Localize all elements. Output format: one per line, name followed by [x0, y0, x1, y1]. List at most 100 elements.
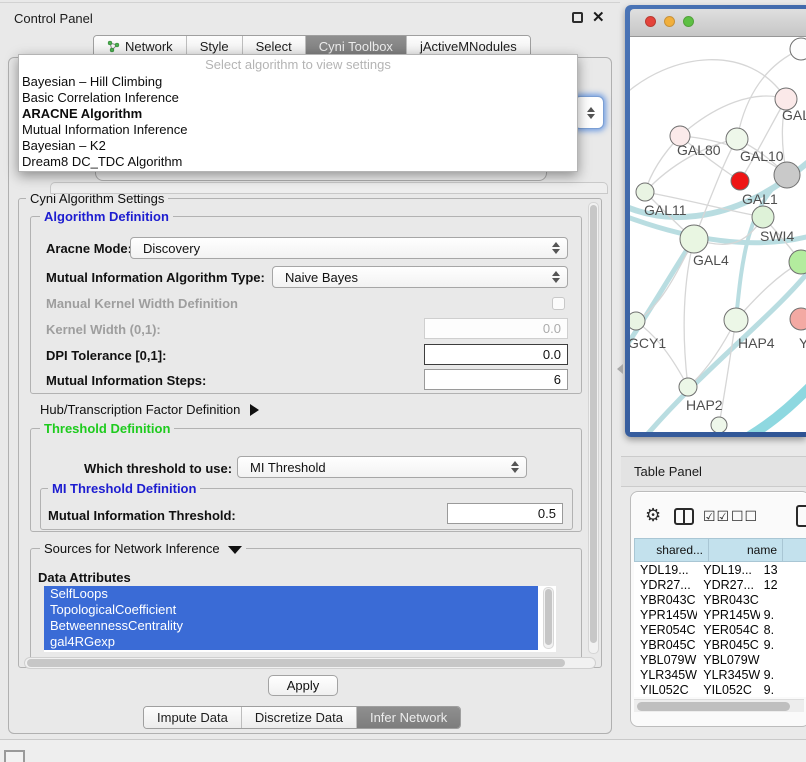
table-row[interactable]: YER054CYER054C8.: [634, 622, 806, 637]
close-icon[interactable]: ✕: [592, 8, 605, 26]
settings-vertical-scrollbar[interactable]: [588, 202, 599, 654]
kernel-width-label: Kernel Width (0,1):: [46, 322, 161, 337]
file-icon[interactable]: [796, 505, 806, 527]
network-node[interactable]: [790, 38, 806, 60]
tab-label: Select: [256, 39, 292, 54]
columns-icon[interactable]: [674, 508, 694, 525]
settings-horizontal-scrollbar[interactable]: [24, 657, 596, 669]
tab-discretize-data[interactable]: Discretize Data: [241, 707, 356, 728]
table-cell: YBR045C: [697, 638, 759, 652]
table-row[interactable]: YLR345WYLR345W9.: [634, 667, 806, 682]
network-node[interactable]: [790, 308, 806, 330]
node-label-hap4: HAP4: [738, 335, 775, 351]
attribute-item-betweennesscentrality[interactable]: BetweennessCentrality: [44, 618, 538, 634]
mi-type-value: Naive Bayes: [285, 270, 358, 285]
scrollbar-thumb[interactable]: [27, 659, 565, 667]
mi-steps-field[interactable]: 6: [424, 369, 568, 390]
attribute-item-topologicalcoefficient[interactable]: TopologicalCoefficient: [44, 602, 538, 618]
kernel-width-field[interactable]: 0.0: [424, 318, 568, 339]
network-window-titlebar[interactable]: [630, 9, 806, 37]
which-threshold-select[interactable]: MI Threshold: [237, 456, 527, 478]
float-window-icon[interactable]: [572, 12, 583, 23]
mi-type-select[interactable]: Naive Bayes: [272, 266, 568, 288]
algorithm-option-bayesian-hill-climbing[interactable]: Bayesian – Hill Climbing: [19, 74, 577, 90]
network-node[interactable]: [630, 312, 645, 330]
algorithm-option-basic-correlation-inference[interactable]: Basic Correlation Inference: [19, 90, 577, 106]
panel-collapse-handle[interactable]: [617, 364, 623, 374]
table-horizontal-scrollbar[interactable]: [634, 699, 804, 712]
mi-threshold-title: MI Threshold Definition: [48, 481, 200, 496]
table-row[interactable]: YPR145WYPR145W9.: [634, 607, 806, 622]
attribute-item-gal4rgexp[interactable]: gal4RGexp: [44, 634, 538, 650]
manual-kernel-label: Manual Kernel Width Definition: [46, 296, 238, 311]
sources-title[interactable]: Sources for Network Inference: [40, 541, 246, 556]
control-panel-title: Control Panel: [14, 11, 93, 26]
window-minimize-button[interactable]: [664, 16, 675, 27]
table-row[interactable]: YBL079WYBL079W: [634, 652, 806, 667]
table-row[interactable]: YDL19...YDL19...13: [634, 562, 806, 577]
apply-button[interactable]: Apply: [268, 675, 338, 696]
expanded-arrow-icon: [228, 546, 242, 554]
data-attributes-list[interactable]: SelfLoopsTopologicalCoefficientBetweenne…: [44, 586, 556, 652]
network-node[interactable]: [636, 183, 654, 201]
node-label-gal10: GAL10: [740, 148, 784, 164]
node-label-gal80: GAL80: [677, 142, 721, 158]
network-node[interactable]: [726, 128, 748, 150]
tab-infer-network[interactable]: Infer Network: [356, 707, 460, 728]
network-node[interactable]: [680, 225, 708, 253]
hub-definition-toggle[interactable]: Hub/Transcription Factor Definition: [40, 402, 259, 417]
table-cell: 12: [760, 578, 806, 592]
select-all-icon[interactable]: ☑☑: [703, 508, 730, 525]
node-label-gal11: GAL11: [644, 202, 687, 218]
window-zoom-button[interactable]: [683, 16, 694, 27]
column-header-shared[interactable]: shared...: [634, 538, 709, 562]
tab-impute-data[interactable]: Impute Data: [144, 707, 241, 728]
aracne-mode-select[interactable]: Discovery: [130, 237, 568, 259]
table-row[interactable]: YBR043CYBR043C: [634, 592, 806, 607]
table-row[interactable]: YIL052CYIL052C9.: [634, 682, 806, 697]
table-row[interactable]: YBR045CYBR045C9.: [634, 637, 806, 652]
scrollbar-thumb[interactable]: [637, 702, 790, 711]
column-header-2[interactable]: [783, 538, 806, 562]
algorithm-option-dream8-dc-tdc-algorithm[interactable]: Dream8 DC_TDC Algorithm: [19, 154, 577, 170]
scrollbar-thumb[interactable]: [590, 205, 597, 643]
algorithm-combo-focused-fragment[interactable]: [574, 96, 604, 129]
scrollbar-thumb[interactable]: [545, 589, 552, 645]
algorithm-option-aracne-algorithm[interactable]: ARACNE Algorithm: [19, 106, 577, 122]
deselect-all-icon[interactable]: ☐☐: [731, 508, 758, 525]
combo-stepper-icon: [552, 271, 561, 283]
data-attributes-label: Data Attributes: [38, 570, 131, 585]
combo-stepper-icon: [587, 107, 596, 119]
manual-kernel-checkbox[interactable]: [552, 297, 565, 310]
column-header-name[interactable]: name: [709, 538, 783, 562]
network-node[interactable]: [789, 250, 806, 274]
which-threshold-label: Which threshold to use:: [84, 461, 232, 476]
dpi-tolerance-field[interactable]: 0.0: [424, 344, 568, 365]
network-node[interactable]: [731, 172, 749, 190]
network-node[interactable]: [774, 162, 800, 188]
gear-icon[interactable]: ⚙: [645, 505, 661, 526]
network-edge[interactable]: [636, 321, 688, 387]
panel-grip-icon[interactable]: [4, 750, 25, 762]
table-cell: YLR345W: [634, 668, 697, 682]
network-node[interactable]: [711, 417, 727, 432]
table-cell: YER054C: [697, 623, 759, 637]
combo-stepper-icon: [511, 461, 520, 473]
network-canvas[interactable]: GALGAL80GAL10GAL1GAL11SWI4GAL4GCY1HAP4YH…: [630, 37, 806, 432]
table-row[interactable]: YDR27...YDR27...12: [634, 577, 806, 592]
aracne-mode-label: Aracne Mode:: [46, 241, 132, 256]
table-cell: YBR045C: [634, 638, 697, 652]
tab-label: Cyni Toolbox: [319, 39, 393, 54]
network-edge[interactable]: [748, 379, 806, 432]
algorithm-option-bayesian-k2[interactable]: Bayesian – K2: [19, 138, 577, 154]
attribute-item-selfloops[interactable]: SelfLoops: [44, 586, 538, 602]
mi-threshold-field[interactable]: 0.5: [447, 503, 563, 524]
tab-label: Impute Data: [157, 710, 228, 725]
list-scrollbar[interactable]: [543, 587, 554, 649]
network-node[interactable]: [679, 378, 697, 396]
network-node[interactable]: [752, 206, 774, 228]
window-close-button[interactable]: [645, 16, 656, 27]
table-cell: YBR043C: [634, 593, 697, 607]
network-node[interactable]: [724, 308, 748, 332]
algorithm-option-mutual-information-inference[interactable]: Mutual Information Inference: [19, 122, 577, 138]
